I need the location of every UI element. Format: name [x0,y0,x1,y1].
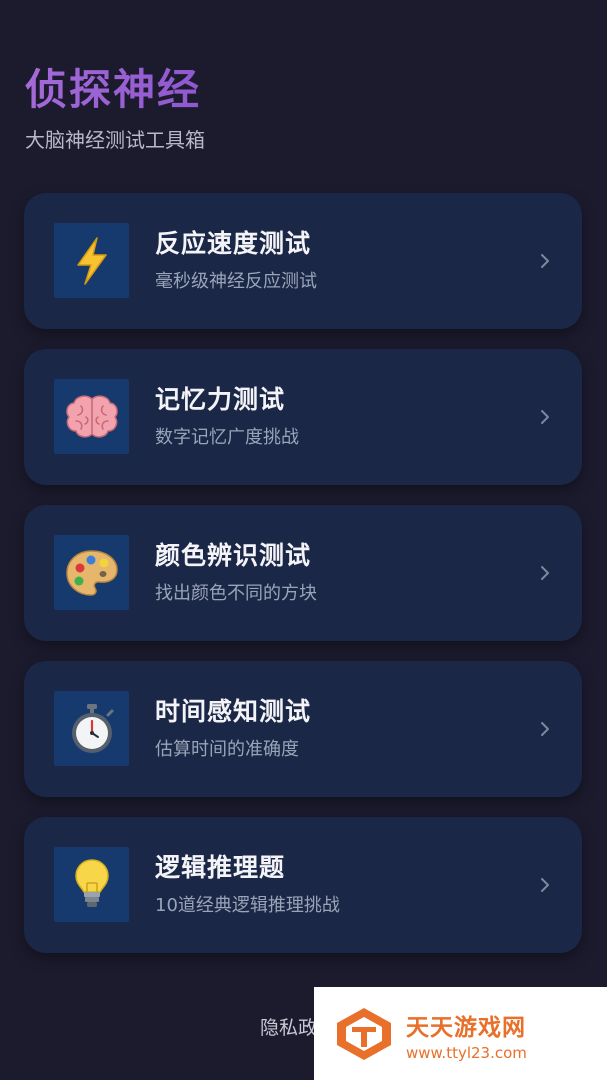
palette-icon [65,549,118,596]
time-test-card[interactable]: 时间感知测试 估算时间的准确度 [24,661,582,797]
chevron-right-icon [541,254,549,268]
card-description: 毫秒级神经反应测试 [155,271,317,292]
logic-test-card[interactable]: 逻辑推理题 10道经典逻辑推理挑战 [24,817,582,953]
card-title: 颜色辨识测试 [155,541,312,570]
app-title: 侦探神经 [25,62,201,118]
card-description: 10道经典逻辑推理挑战 [155,895,340,916]
card-description: 估算时间的准确度 [155,739,299,760]
color-icon-tile [54,535,129,610]
memory-icon-tile [54,379,129,454]
chevron-right-icon [541,722,549,736]
reaction-test-card[interactable]: 反应速度测试 毫秒级神经反应测试 [24,193,582,329]
chevron-right-icon [541,410,549,424]
watermark-logo-icon [337,1008,391,1060]
test-menu-list: 反应速度测试 毫秒级神经反应测试 记忆力测试 数字记忆广度挑战 颜色辨识测试 找… [24,193,582,953]
card-title: 记忆力测试 [155,385,286,414]
memory-test-card[interactable]: 记忆力测试 数字记忆广度挑战 [24,349,582,485]
watermark-overlay: 天天游戏网 www.ttyl23.com [314,987,607,1080]
card-description: 找出颜色不同的方块 [155,583,317,604]
time-icon-tile [54,691,129,766]
watermark-url: www.ttyl23.com [406,1044,527,1062]
app-subtitle: 大脑神经测试工具箱 [25,128,205,152]
lightning-icon [76,236,107,285]
card-title: 逻辑推理题 [155,853,286,882]
card-title: 时间感知测试 [155,697,312,726]
logic-icon-tile [54,847,129,922]
brain-icon [65,394,118,438]
reaction-icon-tile [54,223,129,298]
card-title: 反应速度测试 [155,229,312,258]
color-test-card[interactable]: 颜色辨识测试 找出颜色不同的方块 [24,505,582,641]
stopwatch-icon [71,703,113,753]
card-description: 数字记忆广度挑战 [155,427,299,448]
chevron-right-icon [541,878,549,892]
lightbulb-icon [74,858,109,907]
chevron-right-icon [541,566,549,580]
watermark-name: 天天游戏网 [406,1015,526,1041]
